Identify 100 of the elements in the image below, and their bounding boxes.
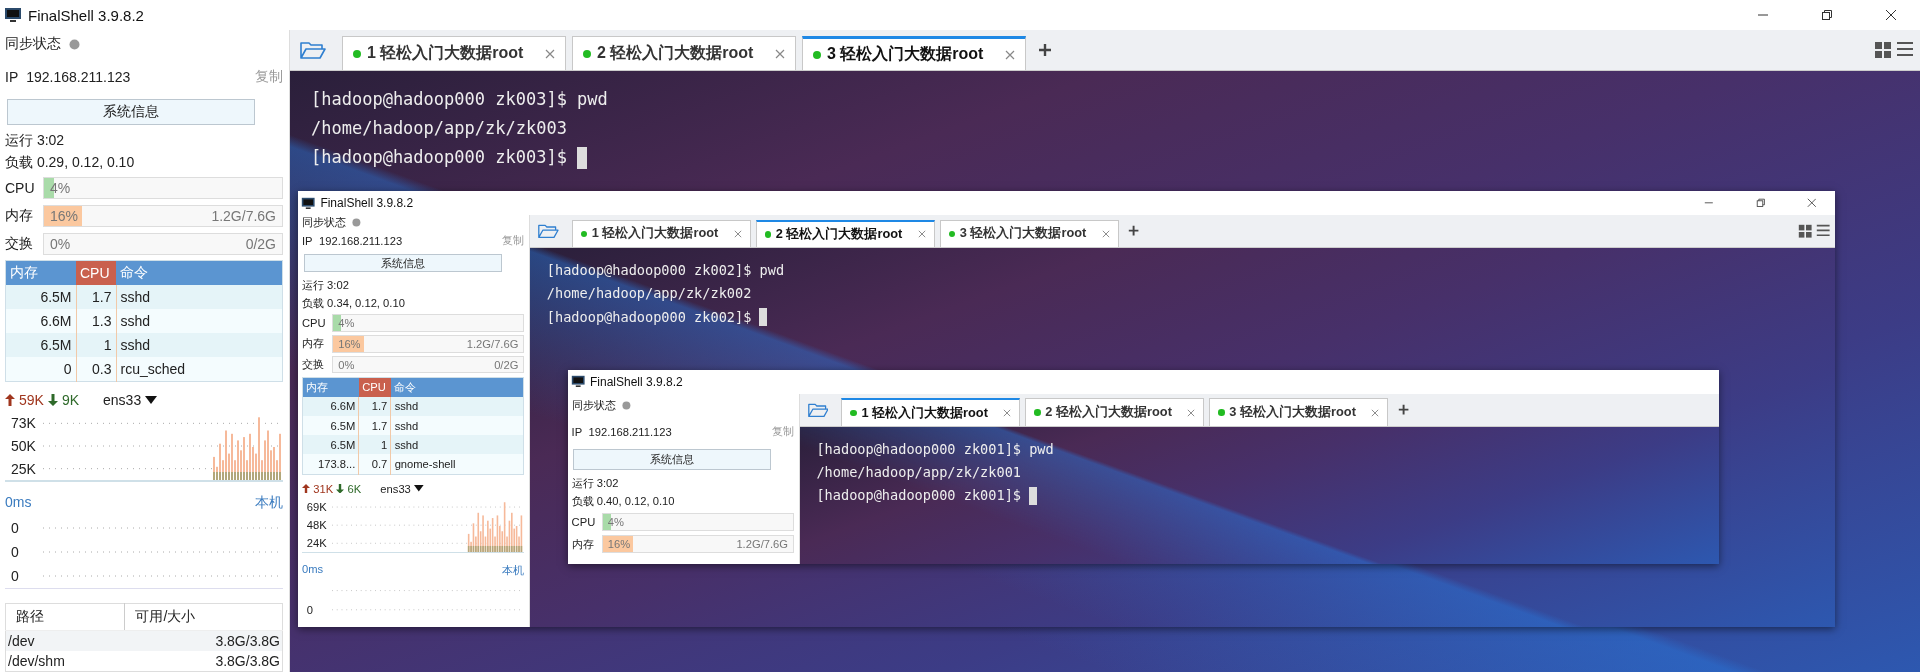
interface-dropdown[interactable]: ens33 <box>380 482 411 495</box>
uptime-text: 运行 3:02 <box>302 277 350 293</box>
table-cell: /dev/shm <box>5 651 125 672</box>
session-tab[interactable]: 1 轻松入门大数据root <box>841 398 1021 426</box>
download-arrow-icon <box>336 483 345 494</box>
upload-arrow-icon <box>302 483 310 494</box>
system-info-button[interactable]: 系统信息 <box>303 253 502 273</box>
terminal-line: /home/hadoop/app/zk/zk001 <box>816 463 1021 482</box>
column-header[interactable]: CPU <box>358 377 391 397</box>
column-header[interactable]: 路径 <box>5 603 125 631</box>
meter-label: CPU <box>571 515 597 528</box>
window-title: FinalShell 3.9.8.2 <box>28 6 144 24</box>
column-header[interactable]: 可用/大小 <box>124 603 283 631</box>
caret-icon[interactable] <box>414 485 424 492</box>
upload-speed: 59K <box>19 392 44 408</box>
session-tab[interactable]: 1 轻松入门大数据root <box>342 36 566 70</box>
session-tab[interactable]: 2 轻松入门大数据root <box>572 36 796 70</box>
menu-icon[interactable] <box>1896 41 1914 57</box>
table-cell: /dev <box>5 630 125 651</box>
table-cell: 0.3 <box>76 357 116 382</box>
add-tab-icon[interactable] <box>1128 225 1140 237</box>
session-tab[interactable]: 2 轻松入门大数据root <box>755 219 935 247</box>
terminal-line: [hadoop@hadoop000 zk002]$ pwd <box>546 261 785 281</box>
load-text: 负载 0.29, 0.12, 0.10 <box>5 154 136 173</box>
axis-label: 0 <box>11 568 20 584</box>
load-text: 负载 0.40, 0.12, 0.10 <box>571 494 676 510</box>
axis-label: 0 <box>306 603 315 616</box>
terminal-line: [hadoop@hadoop000 zk003]$ pwd <box>311 88 608 111</box>
status-dot-icon <box>1218 409 1225 416</box>
terminal-line: [hadoop@hadoop000 zk003]$ <box>311 146 567 169</box>
session-tab[interactable]: 3 轻松入门大数据root <box>802 36 1026 70</box>
meter-label: 内存 <box>571 536 595 552</box>
status-dot-icon <box>1034 409 1041 416</box>
app-icon <box>4 7 22 23</box>
load-text: 负载 0.34, 0.12, 0.10 <box>302 296 406 312</box>
meter-value: 0/2G <box>245 236 276 253</box>
meter-label: CPU <box>5 180 36 197</box>
uptime-text: 运行 3:02 <box>571 475 620 491</box>
terminal-panel[interactable] <box>290 71 1920 672</box>
session-tab[interactable]: 3 轻松入门大数据root <box>939 219 1119 247</box>
status-dot-icon <box>69 38 80 50</box>
terminal-panel[interactable] <box>530 248 1835 627</box>
axis-label: 0 <box>11 544 20 560</box>
latency-text: 0ms <box>5 494 32 512</box>
meter-value: 0/2G <box>494 358 519 371</box>
meter-value: 1.2G/7.6G <box>466 337 519 350</box>
folder-icon[interactable] <box>807 401 829 418</box>
grid-icon[interactable] <box>1798 223 1813 239</box>
caret-icon[interactable] <box>145 396 158 404</box>
interface-dropdown[interactable]: ens33 <box>103 392 142 408</box>
table-cell: sshd <box>116 333 283 357</box>
meter-percent: 16% <box>50 208 79 225</box>
uptime-text: 运行 3:02 <box>5 132 66 151</box>
system-info-button[interactable]: 系统信息 <box>7 98 255 126</box>
session-tab[interactable]: 3 轻松入门大数据root <box>1209 398 1389 426</box>
meter-label: 内存 <box>5 207 34 226</box>
status-dot-icon <box>948 230 955 238</box>
table-cell: sshd <box>390 416 524 436</box>
folder-icon[interactable] <box>300 40 326 60</box>
add-tab-icon[interactable] <box>1038 43 1052 57</box>
axis-label: 24K <box>306 537 328 550</box>
download-speed: 9K <box>61 392 80 408</box>
session-tab[interactable]: 2 轻松入门大数据root <box>1025 398 1205 426</box>
meter-percent: 16% <box>607 538 631 551</box>
meter-label: 交换 <box>5 235 34 254</box>
folder-icon[interactable] <box>538 223 559 239</box>
sync-status-label: 同步状态 <box>5 35 61 54</box>
column-header[interactable]: CPU <box>76 260 116 285</box>
table-cell: sshd <box>116 309 283 333</box>
app-icon <box>570 375 586 388</box>
restore-icon[interactable] <box>1821 9 1833 21</box>
menu-icon[interactable] <box>1815 223 1830 237</box>
ip-address: 192.168.211.123 <box>26 69 131 86</box>
close-icon[interactable] <box>1806 198 1817 208</box>
axis-label: 69K <box>306 500 328 513</box>
table-cell: 1 <box>358 435 391 455</box>
status-dot-icon <box>352 218 362 227</box>
terminal-line: [hadoop@hadoop000 zk002]$ <box>546 307 752 327</box>
restore-icon[interactable] <box>1755 198 1766 208</box>
ip-address: 192.168.211.123 <box>588 425 672 438</box>
terminal-line: /home/hadoop/app/zk/zk002 <box>546 284 752 304</box>
table-cell: gnome-shell <box>390 454 524 475</box>
session-tab[interactable]: 1 轻松入门大数据root <box>571 219 751 247</box>
terminal-line: /home/hadoop/app/zk/zk003 <box>311 117 567 140</box>
download-arrow-icon <box>47 394 58 406</box>
upload-speed: 31K <box>313 482 334 495</box>
add-tab-icon[interactable] <box>1397 403 1410 416</box>
meter-label: 交换 <box>302 357 325 373</box>
sync-status-label: 同步状态 <box>302 215 346 230</box>
terminal-panel[interactable]: [hadoop@hadoop000 zk001]$ pwd /home/hadoop/app/zk/zk001 [hadoop@hadoop000 zk001]$ <box>799 426 1719 564</box>
ip-address: 192.168.211.123 <box>318 234 403 247</box>
status-dot-icon <box>622 400 631 410</box>
close-icon[interactable] <box>1885 9 1897 21</box>
grid-icon[interactable] <box>1874 41 1892 59</box>
sync-status-label: 同步状态 <box>571 397 616 413</box>
table-cell: rcu_sched <box>116 357 283 382</box>
upload-arrow-icon <box>5 394 15 406</box>
table-cell: 3.8G/3.8G <box>124 651 283 672</box>
system-info-button[interactable]: 系统信息 <box>573 448 772 471</box>
table-cell: 6.5M <box>5 285 76 309</box>
